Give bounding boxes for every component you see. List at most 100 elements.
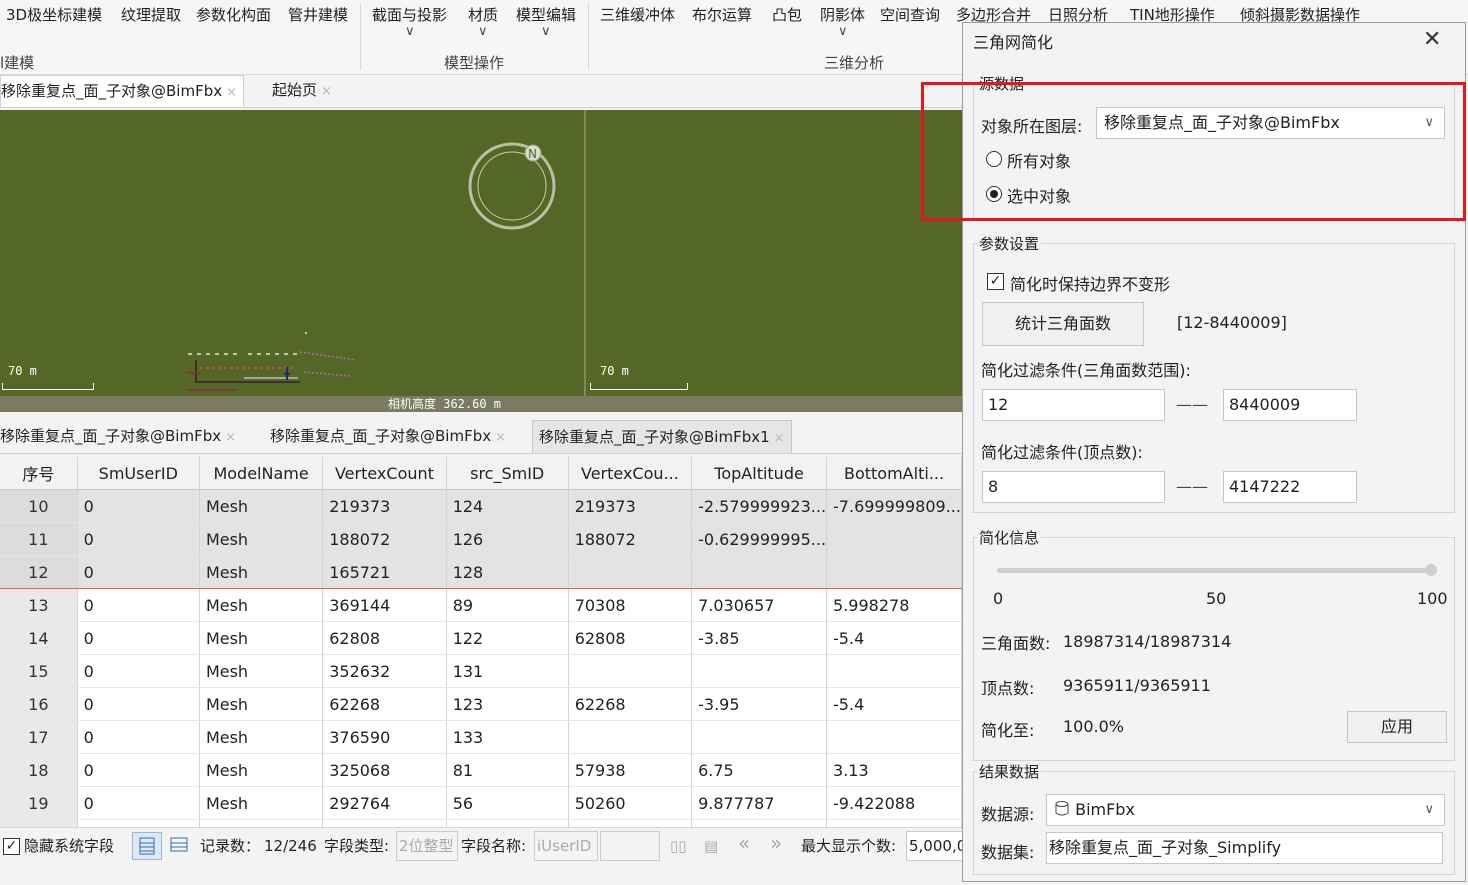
layer-select[interactable]: 移除重复点_面_子对象@BimFbx ∨ [1096, 107, 1445, 139]
table-cell[interactable]: 62268 [322, 687, 447, 721]
table-cell[interactable]: 9.877787 [691, 786, 828, 820]
table-cell[interactable]: 57938 [568, 753, 693, 787]
table-cell[interactable]: -5.4 [826, 687, 962, 721]
table-cell[interactable]: -0.629999995... [691, 522, 828, 556]
table-row[interactable]: 200Mesh387760464967410.3833333.13000 [0, 819, 962, 827]
table-cell[interactable]: 219373 [322, 489, 447, 523]
table-cell[interactable]: 188072 [322, 522, 447, 556]
filter-vertices-max-input[interactable]: 4147222 [1223, 471, 1357, 503]
ribbon-3d-polar-modeling[interactable]: 3D极坐标建模 [6, 4, 102, 25]
ribbon-parametric-surface[interactable]: 参数化构面 [196, 4, 271, 25]
compass-icon[interactable]: N [466, 140, 558, 230]
table-cell[interactable]: 376590 [322, 720, 447, 754]
row-number[interactable]: 12 [0, 555, 78, 589]
row-number[interactable]: 14 [0, 621, 78, 655]
field-type-input[interactable]: 2位整型 [396, 831, 458, 861]
tab-attr-2[interactable]: 移除重复点_面_子对象@BimFbx × [264, 420, 512, 452]
tab-attr-3[interactable]: 移除重复点_面_子对象@BimFbx1 × [532, 420, 792, 453]
table-cell[interactable]: 3.13000 [826, 819, 962, 827]
ribbon-texture-extract[interactable]: 纹理提取 [121, 4, 181, 25]
column-header[interactable]: SmUserID [77, 457, 200, 490]
table-row[interactable]: 16 0 Mesh 62268 123 62268 -3.95 -5.4 [0, 687, 962, 721]
row-number[interactable]: 15 [0, 654, 78, 688]
table-cell[interactable]: 0 [77, 819, 200, 827]
table-cell[interactable] [568, 720, 693, 754]
table-cell[interactable]: 123 [446, 687, 569, 721]
chevron-down-icon[interactable]: ∨ [478, 24, 488, 39]
simplify-slider-thumb[interactable] [1425, 564, 1437, 576]
table-cell[interactable]: 0 [77, 654, 200, 688]
table-cell[interactable]: Mesh [199, 786, 324, 820]
filter-triangles-max-input[interactable]: 8440009 [1223, 389, 1357, 421]
table-cell[interactable]: 133 [446, 720, 569, 754]
table-cell[interactable]: Mesh [199, 720, 324, 754]
table-cell[interactable]: -7.699999809... [826, 489, 962, 523]
chevron-down-icon[interactable]: ∨ [541, 24, 551, 39]
table-cell[interactable]: 0 [77, 522, 200, 556]
table-cell[interactable] [691, 654, 828, 688]
row-number[interactable]: 18 [0, 753, 78, 787]
ribbon-boolean[interactable]: 布尔运算 [692, 4, 752, 25]
table-cell[interactable]: -9.422088 [826, 786, 962, 820]
table-cell[interactable]: 131 [446, 654, 569, 688]
column-header[interactable]: VertexCou... [568, 457, 693, 490]
prev-page-icon[interactable]: « [738, 831, 750, 855]
table-cell[interactable]: 62808 [568, 621, 693, 655]
table-cell[interactable]: 7.030657 [691, 588, 828, 622]
table-cell[interactable]: 46 [446, 819, 569, 827]
table-row[interactable]: 12 0 Mesh 165721 128 [0, 555, 962, 589]
table-cell[interactable]: Mesh [199, 687, 324, 721]
ribbon-shadow-volume[interactable]: 阴影体 [820, 4, 865, 25]
stat-triangles-button[interactable]: 统计三角面数 [982, 302, 1144, 346]
radio-all-objects[interactable] [986, 151, 1002, 167]
table-cell[interactable]: 0 [77, 786, 200, 820]
table-cell[interactable]: -3.85 [691, 621, 828, 655]
table-cell[interactable]: 56 [446, 786, 569, 820]
table-cell[interactable]: -3.95 [691, 687, 828, 721]
table-cell[interactable]: -2.579999923... [691, 489, 828, 523]
column-merge-icon[interactable]: ▤ [704, 834, 718, 858]
table-cell[interactable] [826, 555, 962, 589]
table-cell[interactable] [568, 654, 693, 688]
row-number[interactable]: 20 [0, 819, 78, 827]
radio-selected-objects-label[interactable]: 选中对象 [1007, 183, 1071, 207]
row-number[interactable]: 16 [0, 687, 78, 721]
table-row[interactable]: 14 0 Mesh 62808 122 62808 -3.85 -5.4 [0, 621, 962, 655]
table-cell[interactable]: 10.383333 [691, 819, 828, 827]
row-number[interactable]: 10 [0, 489, 78, 523]
ribbon-material[interactable]: 材质 [468, 4, 498, 25]
table-cell[interactable]: 124 [446, 489, 569, 523]
chevron-down-icon[interactable]: ∨ [838, 24, 848, 39]
table-cell[interactable]: 165721 [322, 555, 447, 589]
column-header[interactable]: TopAltitude [691, 457, 828, 490]
table-cell[interactable]: 62268 [568, 687, 693, 721]
column-split-icon[interactable]: ▯▯ [670, 834, 687, 858]
dataset-input[interactable]: 移除重复点_面_子对象_Simplify [1046, 832, 1443, 864]
table-cell[interactable]: 128 [446, 555, 569, 589]
table-row[interactable]: 13 0 Mesh 369144 89 70308 7.030657 5.998278 [0, 588, 962, 622]
keep-boundary-label[interactable]: 简化时保持边界不变形 [1010, 271, 1170, 295]
table-cell[interactable]: 352632 [322, 654, 447, 688]
table-cell[interactable]: 50260 [568, 786, 693, 820]
tab-scene[interactable]: 移除重复点_面_子对象@BimFbx × [0, 75, 245, 107]
apply-button[interactable]: 应用 [1347, 711, 1447, 743]
column-header[interactable]: src_SmID [446, 457, 569, 490]
table-cell[interactable]: 369144 [322, 588, 447, 622]
row-number[interactable]: 11 [0, 522, 78, 556]
ribbon-section-projection[interactable]: 截面与投影 [372, 4, 447, 25]
table-cell[interactable] [691, 720, 828, 754]
table-cell[interactable]: 0 [77, 753, 200, 787]
table-row[interactable]: 11 0 Mesh 188072 126 188072 -0.629999995... [0, 522, 962, 556]
close-icon[interactable]: × [226, 85, 237, 100]
table-cell[interactable]: 81 [446, 753, 569, 787]
table-cell[interactable]: 219373 [568, 489, 693, 523]
close-icon[interactable]: × [774, 431, 785, 446]
table-cell[interactable] [568, 555, 693, 589]
table-cell[interactable]: 5.998278 [826, 588, 962, 622]
table-cell[interactable]: 3.13 [826, 753, 962, 787]
table-cell[interactable]: Mesh [199, 654, 324, 688]
table-cell[interactable]: 6.75 [691, 753, 828, 787]
table-row[interactable]: 15 0 Mesh 352632 131 [0, 654, 962, 688]
table-cell[interactable]: Mesh [199, 753, 324, 787]
radio-all-objects-label[interactable]: 所有对象 [1007, 148, 1071, 172]
